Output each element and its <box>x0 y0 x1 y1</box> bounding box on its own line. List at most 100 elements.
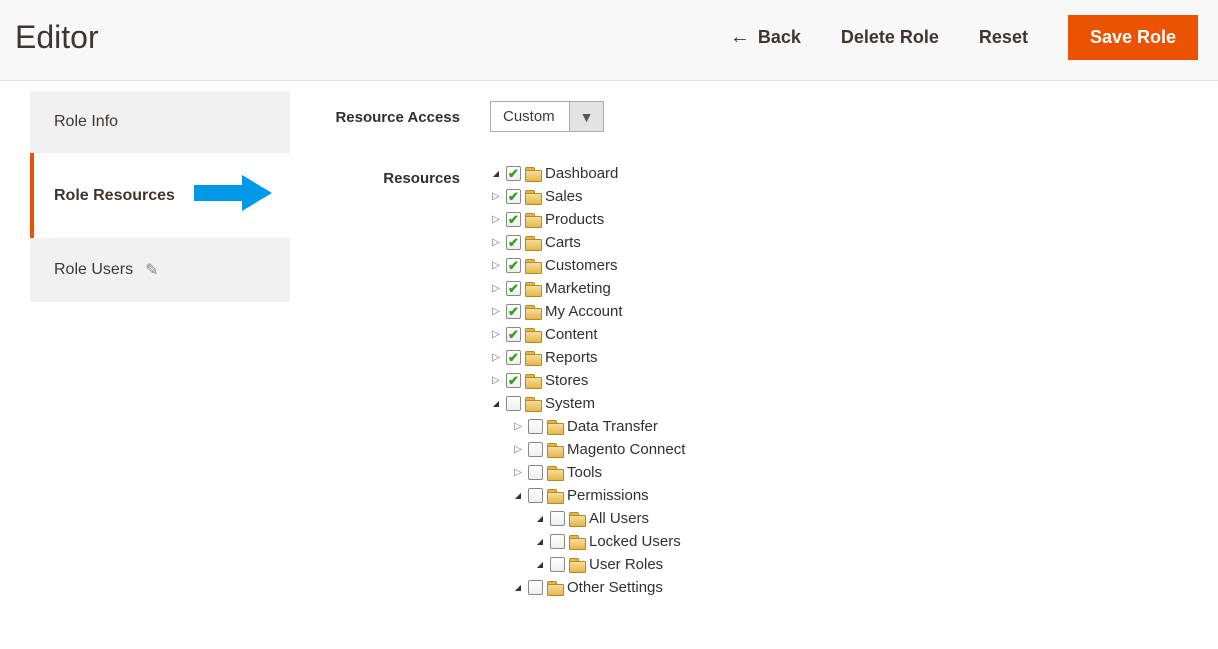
folder-icon <box>525 351 541 365</box>
checkbox[interactable] <box>550 534 565 549</box>
expander-right-icon[interactable]: ▷ <box>512 444 524 455</box>
checkbox[interactable] <box>528 465 543 480</box>
checkbox[interactable] <box>506 235 521 250</box>
resource-access-row: Resource Access Custom ▼ <box>330 101 1198 132</box>
expander-down-icon[interactable]: ◢ <box>512 491 524 500</box>
chevron-down-icon[interactable]: ▼ <box>570 101 604 132</box>
tree-node[interactable]: ◢Permissions <box>490 484 685 507</box>
checkbox[interactable] <box>528 488 543 503</box>
folder-icon <box>525 167 541 181</box>
checkbox[interactable] <box>550 557 565 572</box>
expander-down-icon[interactable]: ◢ <box>534 560 546 569</box>
expander-down-icon[interactable]: ◢ <box>512 583 524 592</box>
back-button-label: Back <box>758 27 801 48</box>
expander-right-icon[interactable]: ▷ <box>490 375 502 386</box>
tree-node-label: Sales <box>545 188 583 205</box>
folder-icon <box>525 190 541 204</box>
tree-node[interactable]: ▷Data Transfer <box>490 415 685 438</box>
folder-icon <box>547 420 563 434</box>
tree-node[interactable]: ▷Marketing <box>490 277 685 300</box>
delete-role-label: Delete Role <box>841 27 939 48</box>
callout-arrow-icon <box>194 175 272 216</box>
folder-icon <box>569 558 585 572</box>
tree-node-label: Tools <box>567 464 602 481</box>
expander-down-icon[interactable]: ◢ <box>490 169 502 178</box>
tree-node[interactable]: ▷ Magento Connect <box>490 438 685 461</box>
checkbox[interactable] <box>506 281 521 296</box>
save-role-label: Save Role <box>1090 27 1176 48</box>
expander-down-icon[interactable]: ◢ <box>534 537 546 546</box>
tree-node[interactable]: ◢Locked Users <box>490 530 685 553</box>
tree-node-label: Magento Connect <box>567 441 685 458</box>
folder-icon <box>525 282 541 296</box>
checkbox[interactable] <box>506 212 521 227</box>
tree-node-label: Content <box>545 326 598 343</box>
tree-node[interactable]: ▷ My Account <box>490 300 685 323</box>
tab-role-users[interactable]: Role Users ✎ <box>30 238 290 302</box>
expander-right-icon[interactable]: ▷ <box>490 214 502 225</box>
tree-node-label: My Account <box>545 303 623 320</box>
tree-node[interactable]: ◢ All Users <box>490 507 685 530</box>
tab-role-resources[interactable]: Role Resources <box>30 153 290 238</box>
expander-right-icon[interactable]: ▷ <box>512 421 524 432</box>
tree-node[interactable]: ▷ Tools <box>490 461 685 484</box>
checkbox[interactable] <box>528 419 543 434</box>
tree-node[interactable]: ▷ Customers <box>490 254 685 277</box>
checkbox[interactable] <box>506 327 521 342</box>
checkbox[interactable] <box>528 580 543 595</box>
checkbox[interactable] <box>506 396 521 411</box>
checkbox[interactable] <box>506 373 521 388</box>
expander-down-icon[interactable]: ◢ <box>534 514 546 523</box>
expander-right-icon[interactable]: ▷ <box>490 329 502 340</box>
back-button[interactable]: ← Back <box>730 26 801 49</box>
folder-icon <box>569 512 585 526</box>
checkbox[interactable] <box>506 350 521 365</box>
checkbox[interactable] <box>506 166 521 181</box>
tree-node-label: Stores <box>545 372 588 389</box>
tree-node[interactable]: ▷Reports <box>490 346 685 369</box>
reset-button[interactable]: Reset <box>979 27 1028 48</box>
tree-node[interactable]: ▷ Stores <box>490 369 685 392</box>
tree-node[interactable]: ▷ Carts <box>490 231 685 254</box>
delete-role-button[interactable]: Delete Role <box>841 27 939 48</box>
folder-icon <box>525 328 541 342</box>
expander-right-icon[interactable]: ▷ <box>490 306 502 317</box>
folder-icon <box>525 236 541 250</box>
checkbox[interactable] <box>506 258 521 273</box>
checkbox[interactable] <box>550 511 565 526</box>
tree-node[interactable]: ▷Products <box>490 208 685 231</box>
tree-node[interactable]: ◢Dashboard <box>490 162 685 185</box>
folder-icon <box>525 305 541 319</box>
folder-icon <box>525 213 541 227</box>
tab-role-info[interactable]: Role Info <box>30 91 290 153</box>
tree-node-label: All Users <box>589 510 649 527</box>
pencil-icon: ✎ <box>145 260 158 280</box>
resources-tree: ◢Dashboard▷Sales▷Products▷Carts▷Customer… <box>490 162 685 599</box>
tree-node-label: Carts <box>545 234 581 251</box>
expander-right-icon[interactable]: ▷ <box>490 352 502 363</box>
save-role-button[interactable]: Save Role <box>1068 15 1198 60</box>
tab-role-resources-label: Role Resources <box>54 187 175 205</box>
folder-icon <box>525 259 541 273</box>
expander-right-icon[interactable]: ▷ <box>512 467 524 478</box>
tree-node[interactable]: ▷ Sales <box>490 185 685 208</box>
sidebar: Role Info Role Resources Role Users ✎ <box>30 91 290 649</box>
expander-right-icon[interactable]: ▷ <box>490 237 502 248</box>
tree-node[interactable]: ◢System <box>490 392 685 415</box>
tree-node-label: Customers <box>545 257 618 274</box>
resource-access-label: Resource Access <box>330 101 490 126</box>
checkbox[interactable] <box>528 442 543 457</box>
tree-node-label: Other Settings <box>567 579 663 596</box>
expander-down-icon[interactable]: ◢ <box>490 399 502 408</box>
tab-role-users-label: Role Users <box>54 261 133 279</box>
checkbox[interactable] <box>506 189 521 204</box>
tree-node[interactable]: ◢ Other Settings <box>490 576 685 599</box>
checkbox[interactable] <box>506 304 521 319</box>
resource-access-select[interactable]: Custom ▼ <box>490 101 604 132</box>
tree-node[interactable]: ◢User Roles <box>490 553 685 576</box>
expander-right-icon[interactable]: ▷ <box>490 191 502 202</box>
folder-icon <box>547 443 563 457</box>
expander-right-icon[interactable]: ▷ <box>490 260 502 271</box>
expander-right-icon[interactable]: ▷ <box>490 283 502 294</box>
tree-node[interactable]: ▷ Content <box>490 323 685 346</box>
